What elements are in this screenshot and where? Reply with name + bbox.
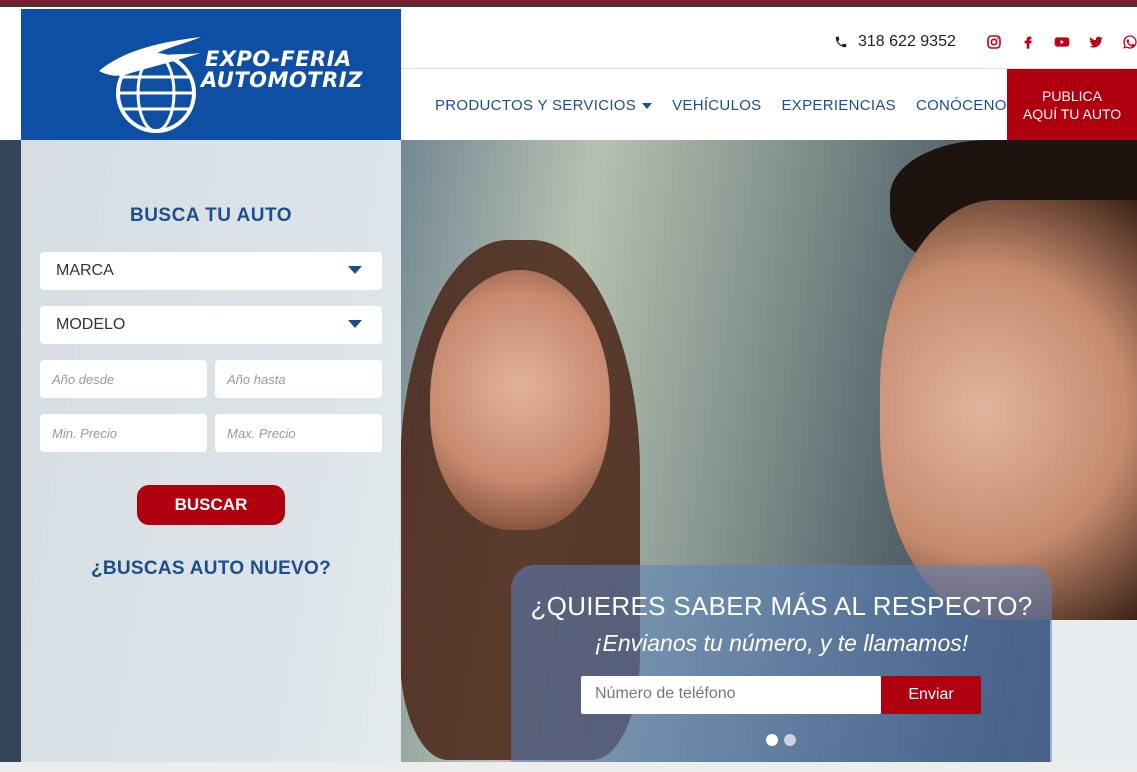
brand-select-value: MARCA (56, 262, 114, 279)
year-from-input[interactable]: Año desde (40, 360, 207, 398)
search-panel: BUSCA TU AUTO MARCA MODELO Año desde Año… (21, 140, 401, 762)
price-max-input[interactable]: Max. Precio (215, 414, 382, 452)
callback-title: ¿QUIERES SABER MÁS AL RESPECTO? (530, 591, 1033, 621)
logo-line-1: EXPO-FERIA (205, 47, 352, 71)
youtube-icon[interactable] (1053, 33, 1071, 51)
phone-number: 318 622 9352 (858, 33, 956, 50)
hero-photo-man (880, 200, 1137, 620)
main-nav: PRODUCTOS Y SERVICIOS VEHÍCULOS EXPERIEN… (435, 97, 1017, 114)
phone-icon (835, 36, 847, 48)
brand-select[interactable]: MARCA (40, 252, 382, 290)
logo-text: EXPO-FERIA AUTOMOTRIZ (201, 49, 363, 91)
nav-item-vehiculos[interactable]: VEHÍCULOS (672, 97, 761, 114)
publish-line-1: PUBLICA (1042, 88, 1102, 104)
publish-line-2: AQUÍ TU AUTO (1022, 106, 1122, 122)
carousel-dot-1[interactable] (766, 734, 778, 746)
year-to-input[interactable]: Año hasta (215, 360, 382, 398)
search-title: BUSCA TU AUTO (129, 205, 293, 226)
site-header: EXPO-FERIA AUTOMOTRIZ 318 622 9352 PRODU… (0, 7, 1137, 140)
nav-item-productos[interactable]: PRODUCTOS Y SERVICIOS (435, 97, 653, 114)
social-links (985, 33, 1137, 51)
contact-row: 318 622 9352 (401, 7, 1137, 69)
callback-box: ¿QUIERES SABER MÁS AL RESPECTO? ¡Enviano… (511, 565, 1052, 762)
left-edge (0, 140, 21, 762)
chevron-down-icon (642, 103, 653, 110)
caret-down-icon (348, 266, 362, 274)
nav-item-label: PRODUCTOS Y SERVICIOS (435, 97, 637, 114)
logo-line-2: AUTOMOTRIZ (201, 68, 363, 92)
price-min-input[interactable]: Min. Precio (40, 414, 207, 452)
model-select-value: MODELO (56, 316, 126, 333)
bottom-strip (0, 762, 1137, 772)
phone-contact[interactable]: 318 622 9352 (834, 33, 956, 51)
whatsapp-icon[interactable] (1121, 33, 1137, 51)
search-button[interactable]: BUSCAR (137, 485, 285, 525)
model-select[interactable]: MODELO (40, 306, 382, 344)
nav-item-experiencias[interactable]: EXPERIENCIAS (781, 97, 895, 114)
facebook-icon[interactable] (1019, 33, 1037, 51)
caret-down-icon (348, 320, 362, 328)
new-car-link[interactable]: ¿BUSCAS AUTO NUEVO? (21, 558, 401, 580)
hero-banner: BUSCA TU AUTO MARCA MODELO Año desde Año… (0, 140, 1137, 762)
hero-photo-woman-face (430, 270, 610, 530)
nav-item-conocenos[interactable]: CONÓCENOS (916, 97, 1017, 114)
twitter-icon[interactable] (1087, 33, 1105, 51)
carousel-dot-2[interactable] (784, 734, 796, 746)
callback-subtitle: ¡Envianos tu número, y te llamamos! (594, 630, 969, 656)
top-accent-bar (0, 0, 1137, 7)
carousel-dots (766, 734, 796, 746)
publish-car-button[interactable]: PUBLICA AQUÍ TU AUTO (1007, 69, 1137, 140)
phone-number-input[interactable]: Número de teléfono (581, 676, 881, 714)
logo[interactable]: EXPO-FERIA AUTOMOTRIZ (21, 9, 401, 140)
hero-photo-shirt (1050, 620, 1137, 762)
send-button[interactable]: Enviar (881, 676, 981, 714)
globe-eagle-icon (99, 37, 201, 133)
instagram-icon[interactable] (985, 33, 1003, 51)
